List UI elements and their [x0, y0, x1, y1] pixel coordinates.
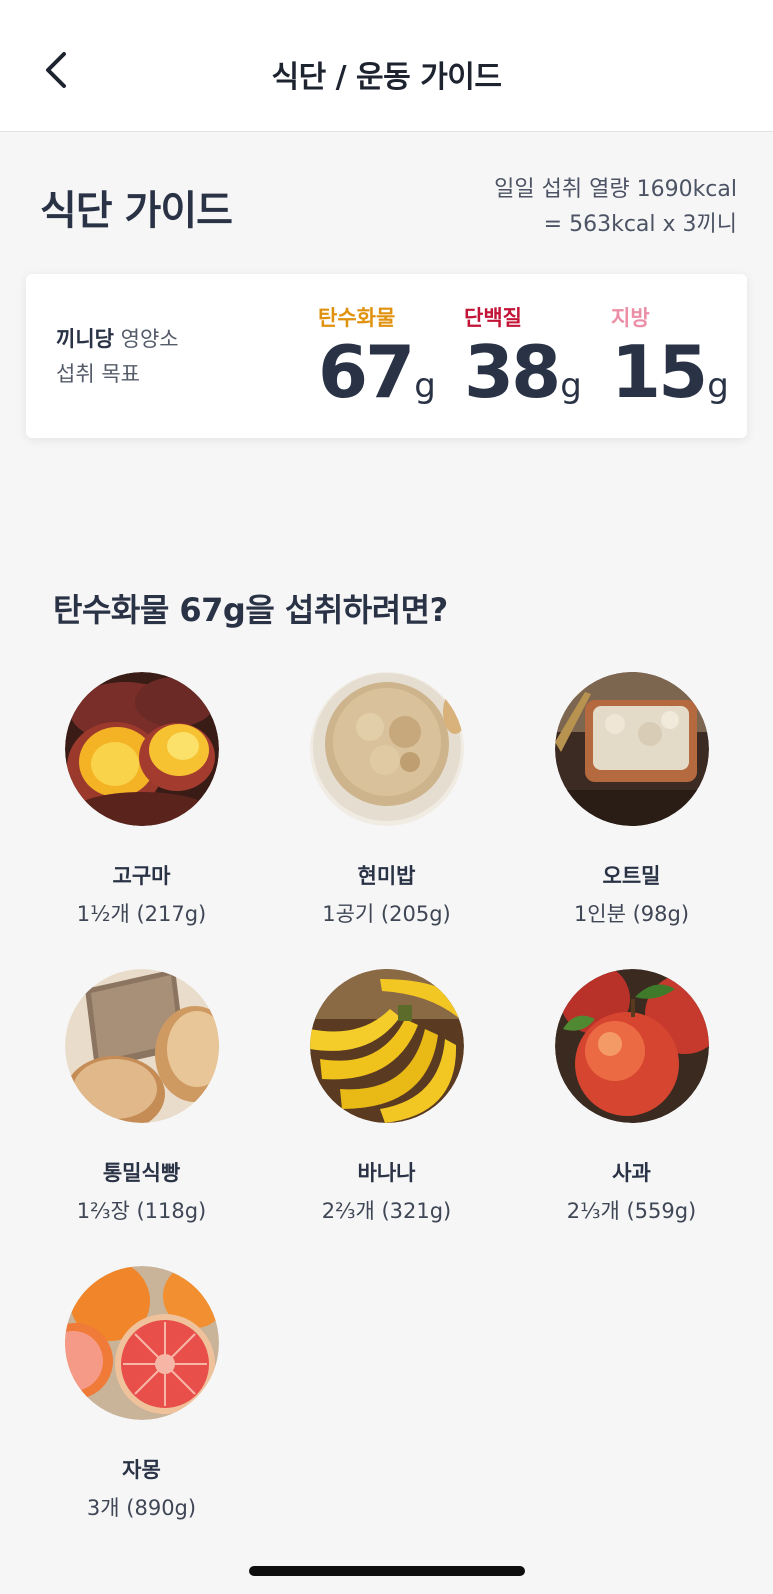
food-name: 사과 [612, 1161, 651, 1185]
food-item-brown-rice[interactable]: 현미밥 1공기 (205g) [264, 672, 509, 928]
nutrient-unit: g [414, 366, 436, 406]
grapefruit-image [64, 1266, 219, 1420]
nutrient-unit: g [560, 366, 582, 406]
nutrient-name: 지방 [611, 306, 650, 330]
food-name: 고구마 [112, 864, 171, 888]
food-item-banana[interactable]: 바나나 2⅔개 (321g) [264, 969, 509, 1225]
nutrient-name: 단백질 [464, 306, 522, 330]
food-amount: 1½개 (217g) [76, 902, 207, 926]
nutrient-unit: g [707, 366, 729, 406]
food-amount: 3개 (890g) [86, 1496, 197, 1520]
card-label-bold: 끼니당 [56, 327, 114, 351]
card-label: 끼니당 영양소 섭취 목표 [56, 322, 179, 392]
food-item-sweet-potato[interactable]: 고구마 1½개 (217g) [19, 672, 264, 928]
food-item-apple[interactable]: 사과 2⅓개 (559g) [509, 969, 754, 1225]
food-amount: 2⅔개 (321g) [321, 1199, 452, 1223]
nutrient-target-card: 끼니당 영양소 섭취 목표 탄수화물 67g 단백질 38g 지방 15g [26, 274, 747, 438]
nutrient-fat: 지방 15g [611, 302, 729, 426]
card-label-rest: 영양소 [113, 327, 179, 351]
food-item-oatmeal[interactable]: 오트밀 1인분 (98g) [509, 672, 754, 928]
nutrient-value: 15 [611, 330, 708, 414]
food-amount: 1공기 (205g) [322, 902, 451, 926]
home-indicator[interactable] [249, 1566, 525, 1576]
food-name: 바나나 [357, 1161, 416, 1185]
diet-exercise-guide-screen: 식단 / 운동 가이드 식단 가이드 일일 섭취 열량 1690kcal = 5… [0, 0, 773, 1594]
nutrient-value: 38 [464, 330, 561, 414]
food-name: 통밀식빵 [102, 1161, 181, 1185]
nutrient-carbohydrate: 탄수화물 67g [318, 302, 436, 426]
food-amount: 2⅓개 (559g) [566, 1199, 697, 1223]
apple-image [554, 969, 709, 1123]
food-item-grapefruit[interactable]: 자몽 3개 (890g) [19, 1266, 264, 1522]
food-name: 자몽 [122, 1458, 161, 1482]
daily-calories-text: 일일 섭취 열량 1690kcal [494, 177, 737, 202]
food-amount: 1인분 (98g) [573, 902, 690, 926]
header-title: 식단 / 운동 가이드 [271, 60, 503, 95]
nutrient-protein: 단백질 38g [464, 302, 582, 426]
daily-calorie-info: 일일 섭취 열량 1690kcal = 563kcal x 3끼니 [494, 172, 737, 242]
carb-question-heading: 탄수화물 67g을 섭취하려면? [53, 591, 448, 629]
nav-header: 식단 / 운동 가이드 [0, 0, 773, 132]
section-title: 식단 가이드 [40, 188, 233, 234]
food-name: 현미밥 [357, 864, 416, 888]
food-amount: 1⅔장 (118g) [76, 1199, 207, 1223]
nutrient-name: 탄수화물 [318, 306, 396, 330]
whole-wheat-bread-image [64, 969, 219, 1123]
food-name: 오트밀 [602, 864, 661, 888]
oatmeal-image [554, 672, 709, 826]
food-item-whole-wheat-bread[interactable]: 통밀식빵 1⅔장 (118g) [19, 969, 264, 1225]
nutrient-value: 67 [318, 330, 415, 414]
banana-image [309, 969, 464, 1123]
per-meal-calories-text: = 563kcal x 3끼니 [543, 212, 737, 237]
sweet-potato-image [64, 672, 219, 826]
brown-rice-image [309, 672, 464, 826]
card-label-line2: 섭취 목표 [56, 362, 140, 386]
